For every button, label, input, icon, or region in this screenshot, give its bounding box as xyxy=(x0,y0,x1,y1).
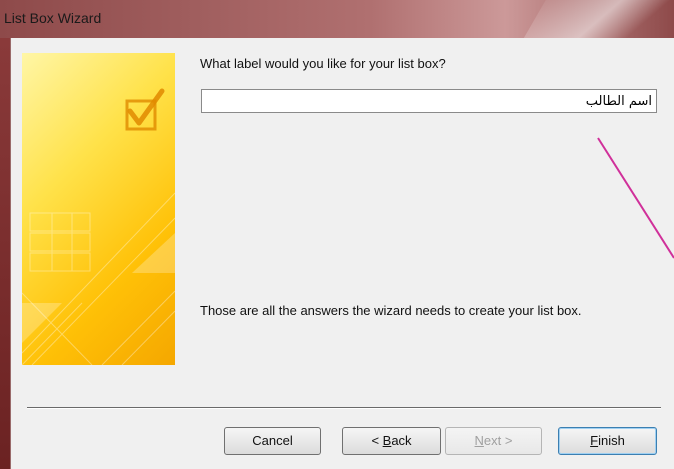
finish-button-hotkey: F xyxy=(590,433,599,448)
wizard-illustration-panel xyxy=(22,53,175,365)
finish-button[interactable]: Finish xyxy=(558,427,657,455)
title-bar-glare xyxy=(522,0,674,40)
back-button-prefix: < xyxy=(371,433,383,448)
button-separator xyxy=(27,407,661,409)
label-question: What label would you like for your list … xyxy=(200,56,446,71)
completion-message: Those are all the answers the wizard nee… xyxy=(200,303,582,318)
label-input[interactable] xyxy=(201,89,657,113)
next-button-hotkey: N xyxy=(474,433,484,448)
label-input-wrapper xyxy=(201,89,657,113)
back-button[interactable]: < Back xyxy=(342,427,441,455)
wizard-body: What label would you like for your list … xyxy=(10,38,674,469)
cancel-button-label: Cancel xyxy=(252,433,293,448)
wizard-illustration xyxy=(22,88,175,365)
next-button[interactable]: Next > xyxy=(445,427,542,455)
finish-button-label: inish xyxy=(598,433,625,448)
window-title: List Box Wizard xyxy=(4,10,102,26)
cancel-button[interactable]: Cancel xyxy=(224,427,321,455)
checkbox-check-icon xyxy=(125,88,165,131)
back-button-label: ack xyxy=(391,433,412,448)
next-button-label: ext > xyxy=(483,433,513,448)
title-bar[interactable]: List Box Wizard xyxy=(0,0,674,40)
wizard-window: List Box Wizard What label would you lik… xyxy=(0,0,674,469)
